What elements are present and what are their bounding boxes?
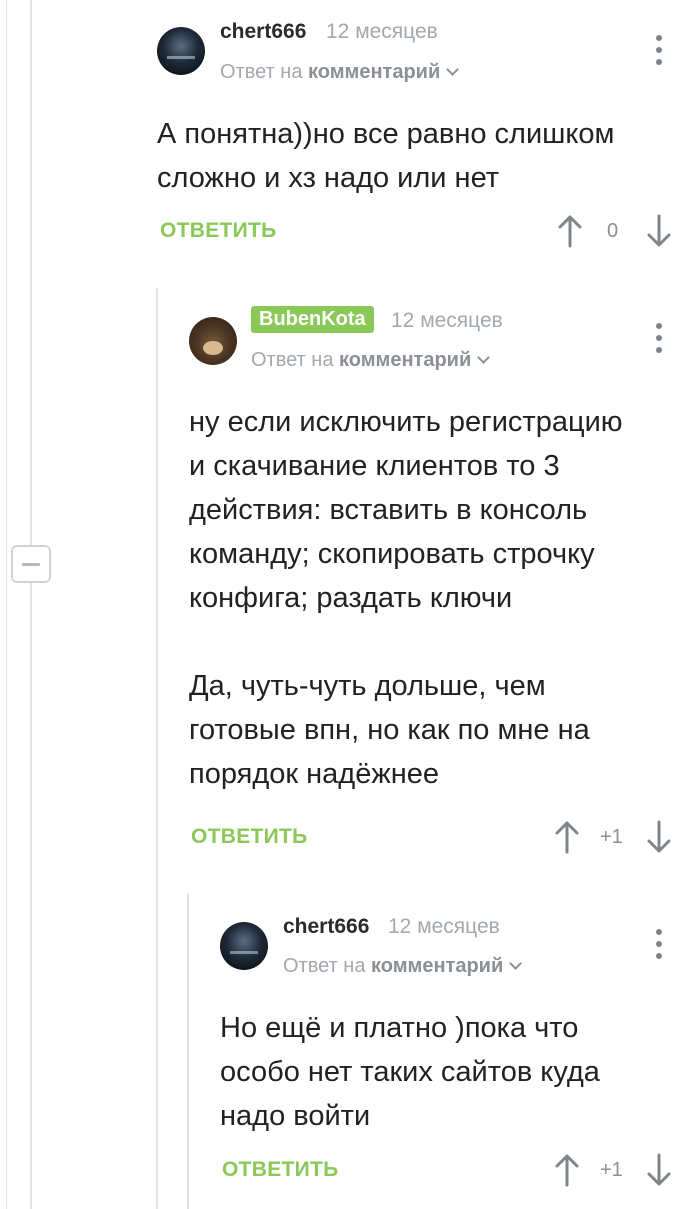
comment-line: конфига; раздать ключи bbox=[189, 582, 513, 614]
reply-prefix: Ответ на bbox=[251, 349, 334, 371]
comment-line: Да, чуть-чуть дольше, чем bbox=[189, 670, 546, 702]
avatar[interactable] bbox=[157, 27, 205, 75]
reply-to-link[interactable]: Ответ на комментарий bbox=[220, 61, 460, 84]
arrow-down-icon[interactable] bbox=[647, 214, 671, 248]
reply-prefix: Ответ на bbox=[220, 61, 303, 83]
reply-button[interactable]: ОТВЕТИТЬ bbox=[191, 825, 308, 849]
avatar[interactable] bbox=[189, 317, 237, 365]
arrow-up-icon[interactable] bbox=[558, 214, 582, 248]
comment-line: действия: вставить в консоль bbox=[189, 494, 588, 526]
vote-score: +1 bbox=[600, 1159, 623, 1181]
comment-line: сложно и хз надо или нет bbox=[157, 162, 500, 194]
author-name[interactable]: chert666 bbox=[220, 20, 306, 44]
thread-line bbox=[6, 0, 7, 1209]
thread-line bbox=[187, 893, 189, 1209]
chevron-down-icon bbox=[446, 63, 460, 76]
reply-to-link[interactable]: Ответ на комментарий bbox=[283, 955, 523, 978]
comment-line: Но ещё и платно )пока что bbox=[220, 1012, 579, 1044]
comment-line: надо войти bbox=[220, 1100, 371, 1132]
collapse-thread-button[interactable] bbox=[11, 545, 51, 583]
comment-line: ну если исключить регистрацию bbox=[189, 406, 623, 438]
kebab-menu-icon[interactable] bbox=[655, 323, 663, 353]
arrow-down-icon[interactable] bbox=[647, 1153, 671, 1187]
thread-line bbox=[156, 288, 158, 1209]
kebab-menu-icon[interactable] bbox=[655, 35, 663, 65]
arrow-up-icon[interactable] bbox=[555, 1153, 579, 1187]
author-name[interactable]: chert666 bbox=[283, 915, 369, 939]
comment-line: А понятна))но все равно слишком bbox=[157, 118, 615, 150]
comment-body: ну если исключить регистрацию и скачиван… bbox=[189, 400, 623, 796]
comment-line: порядок надёжнее bbox=[189, 758, 439, 790]
author-name[interactable]: BubenKota bbox=[251, 306, 374, 333]
kebab-menu-icon[interactable] bbox=[655, 929, 663, 959]
comment-line: готовые впн, но как по мне на bbox=[189, 714, 590, 746]
reply-to-link[interactable]: Ответ на комментарий bbox=[251, 349, 491, 372]
avatar[interactable] bbox=[220, 922, 268, 970]
reply-target: комментарий bbox=[339, 349, 472, 371]
comment-time: 12 месяцев bbox=[391, 309, 503, 332]
comment-line: и скачивание клиентов то 3 bbox=[189, 450, 560, 482]
thread-line bbox=[30, 0, 32, 545]
reply-button[interactable]: ОТВЕТИТЬ bbox=[160, 219, 277, 243]
comment-line: особо нет таких сайтов куда bbox=[220, 1056, 600, 1088]
reply-prefix: Ответ на bbox=[283, 955, 366, 977]
arrow-down-icon[interactable] bbox=[647, 820, 671, 854]
vote-score: 0 bbox=[607, 220, 619, 242]
chevron-down-icon bbox=[477, 351, 491, 364]
minus-icon bbox=[22, 562, 40, 566]
comment-body: А понятна))но все равно слишком сложно и… bbox=[157, 112, 615, 200]
reply-button[interactable]: ОТВЕТИТЬ bbox=[222, 1158, 339, 1182]
chevron-down-icon bbox=[509, 957, 523, 970]
vote-score: +1 bbox=[600, 826, 623, 848]
comment-body: Но ещё и платно )пока что особо нет таки… bbox=[220, 1006, 600, 1138]
reply-target: комментарий bbox=[371, 955, 504, 977]
arrow-up-icon[interactable] bbox=[555, 820, 579, 854]
comment-line: команду; скопировать строчку bbox=[189, 538, 595, 570]
thread-line bbox=[30, 583, 32, 1209]
comment-time: 12 месяцев bbox=[388, 915, 500, 938]
comment-time: 12 месяцев bbox=[326, 20, 438, 43]
reply-target: комментарий bbox=[308, 61, 441, 83]
